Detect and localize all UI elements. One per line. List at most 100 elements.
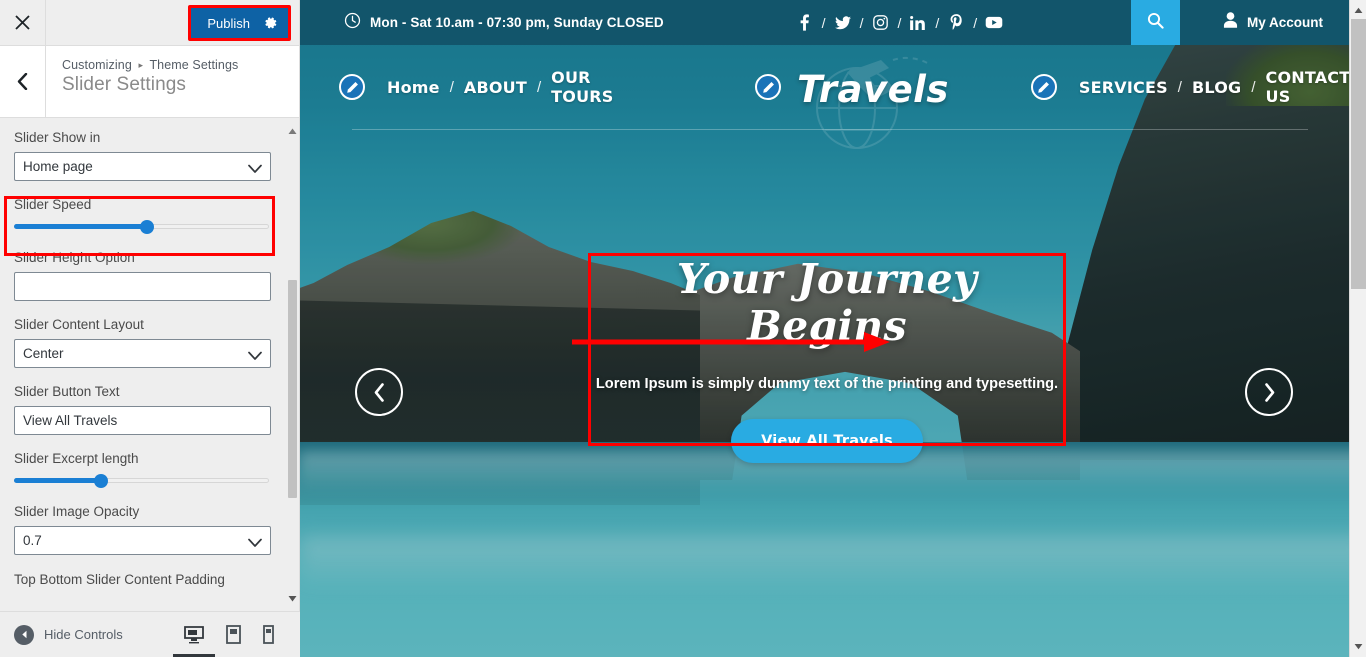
field-slider-height-option: Slider Height Option [14, 250, 285, 301]
field-label: Slider Image Opacity [14, 504, 140, 519]
slider-button-text-input[interactable] [14, 406, 271, 435]
collapse-arrow-icon [14, 624, 34, 645]
scroll-up-arrow-icon[interactable] [1350, 2, 1366, 19]
search-button[interactable] [1131, 0, 1180, 45]
customizer-screen: Publish Customizing ▸ Theme Settings Sli… [0, 0, 1366, 657]
nav-separator: / [1251, 78, 1256, 96]
youtube-icon[interactable] [984, 16, 1004, 29]
nav-divider [352, 129, 1308, 130]
field-label: Slider Speed [14, 197, 92, 212]
desktop-icon[interactable] [184, 625, 204, 644]
hide-controls-button[interactable]: Hide Controls [14, 624, 123, 645]
breadcrumb-separator-icon: ▸ [138, 60, 144, 70]
my-account-label: My Account [1246, 15, 1323, 30]
nav-links-left: Home / ABOUT / OUR TOURS [387, 68, 645, 106]
slider-height-option-input[interactable] [14, 272, 271, 301]
slider-image-opacity-select[interactable]: 0.7 [14, 526, 271, 555]
nav-link-our-tours[interactable]: OUR TOURS [551, 68, 645, 106]
field-label: Top Bottom Slider Content Padding [14, 572, 225, 587]
scroll-up-arrow-icon[interactable] [288, 122, 297, 140]
field-label: Slider Height Option [14, 250, 135, 265]
slider-speed-range[interactable] [14, 220, 269, 234]
range-fill [14, 478, 101, 483]
slider-content: Your Journey Begins Lorem Ipsum is simpl… [590, 255, 1064, 464]
pencil-edit-icon[interactable] [755, 74, 782, 100]
search-icon [1147, 12, 1164, 34]
hide-controls-label: Hide Controls [44, 627, 123, 642]
scroll-down-arrow-icon[interactable] [288, 589, 297, 607]
my-account-button[interactable]: My Account [1180, 0, 1366, 45]
publish-label: Publish [207, 15, 250, 31]
nav-link-services[interactable]: SERVICES [1079, 78, 1168, 97]
breadcrumb-parent[interactable]: Theme Settings [149, 58, 238, 72]
scroll-down-arrow-icon[interactable] [1350, 638, 1366, 655]
field-slider-speed: Slider Speed [14, 197, 285, 234]
view-all-travels-button[interactable]: View All Travels [731, 419, 923, 464]
field-slider-button-text: Slider Button Text [14, 384, 285, 435]
field-slider-image-opacity: Slider Image Opacity 0.7 [14, 504, 285, 555]
nav-link-blog[interactable]: BLOG [1192, 78, 1241, 97]
social-separator: / [821, 14, 826, 31]
nav-link-home[interactable]: Home [387, 78, 440, 97]
facebook-icon[interactable] [795, 14, 815, 31]
browser-scrollbar[interactable] [1349, 0, 1366, 657]
field-label: Slider Show in [14, 130, 101, 145]
close-icon[interactable] [0, 0, 46, 45]
clock-icon [344, 12, 361, 34]
mobile-icon[interactable] [263, 625, 274, 644]
slider-content-layout-select[interactable]: Center [14, 339, 271, 368]
customizer-topbar: Publish [0, 0, 299, 46]
slider-next-button[interactable] [1245, 368, 1293, 416]
social-separator: / [859, 14, 864, 31]
browser-scrollbar-thumb[interactable] [1351, 19, 1366, 289]
customizer-panel-header: Customizing ▸ Theme Settings Slider Sett… [0, 46, 299, 118]
field-top-bottom-slider-content-padding: Top Bottom Slider Content Padding [14, 571, 285, 589]
social-separator: / [973, 14, 978, 31]
pinterest-icon[interactable] [946, 14, 966, 31]
breadcrumb-root[interactable]: Customizing [62, 58, 132, 72]
gear-icon[interactable] [264, 16, 278, 30]
breadcrumb: Customizing ▸ Theme Settings [62, 58, 238, 72]
back-button[interactable] [0, 46, 46, 117]
site-logo-text[interactable]: Travels [797, 68, 949, 111]
range-knob[interactable] [140, 220, 154, 234]
slider-prev-button[interactable] [355, 368, 403, 416]
publish-button[interactable]: Publish [191, 8, 288, 38]
field-slider-show-in: Slider Show in Home page [14, 130, 285, 181]
customizer-footer: Hide Controls [0, 611, 300, 657]
slider-show-in-select[interactable]: Home page [14, 152, 271, 181]
device-preview-group [184, 625, 286, 644]
pencil-edit-icon[interactable] [1030, 74, 1057, 100]
slider-excerpt-length-range[interactable] [14, 474, 269, 488]
linkedin-icon[interactable] [908, 15, 928, 30]
nav-left-group: Home / ABOUT / OUR TOURS [339, 68, 645, 106]
customizer-sidebar: Publish Customizing ▸ Theme Settings Sli… [0, 0, 300, 657]
scrollbar-thumb[interactable] [288, 280, 297, 498]
site-preview: Mon - Sat 10.am - 07:30 pm, Sunday CLOSE… [300, 0, 1366, 657]
range-knob[interactable] [94, 474, 108, 488]
twitter-icon[interactable] [833, 15, 853, 30]
pencil-edit-icon[interactable] [339, 74, 365, 100]
nav-separator: / [536, 78, 542, 96]
nav-separator: / [1177, 78, 1182, 96]
nav-link-about[interactable]: ABOUT [464, 78, 527, 97]
user-icon [1223, 12, 1238, 33]
slider-subtitle: Lorem Ipsum is simply dummy text of the … [595, 376, 1059, 393]
nav-separator: / [449, 78, 454, 96]
social-separator: / [935, 14, 940, 31]
field-label: Slider Excerpt length [14, 451, 139, 466]
social-separator: / [897, 14, 902, 31]
nav-links-right: SERVICES / BLOG / CONTACT US [1079, 68, 1366, 106]
page-title: Slider Settings [62, 74, 187, 95]
field-label: Slider Content Layout [14, 317, 144, 332]
field-label: Slider Button Text [14, 384, 120, 399]
field-slider-excerpt-length: Slider Excerpt length [14, 451, 285, 488]
tablet-icon[interactable] [226, 625, 241, 644]
publish-highlight: Publish [188, 5, 291, 41]
instagram-icon[interactable] [870, 15, 890, 30]
business-hours-text: Mon - Sat 10.am - 07:30 pm, Sunday CLOSE… [370, 15, 664, 30]
customizer-scrollbar[interactable] [288, 120, 297, 599]
site-navbar: Home / ABOUT / OUR TOURS Travels SERVICE… [300, 45, 1366, 149]
site-topbar: Mon - Sat 10.am - 07:30 pm, Sunday CLOSE… [300, 0, 1366, 45]
social-links: / / / / / [795, 14, 1004, 31]
